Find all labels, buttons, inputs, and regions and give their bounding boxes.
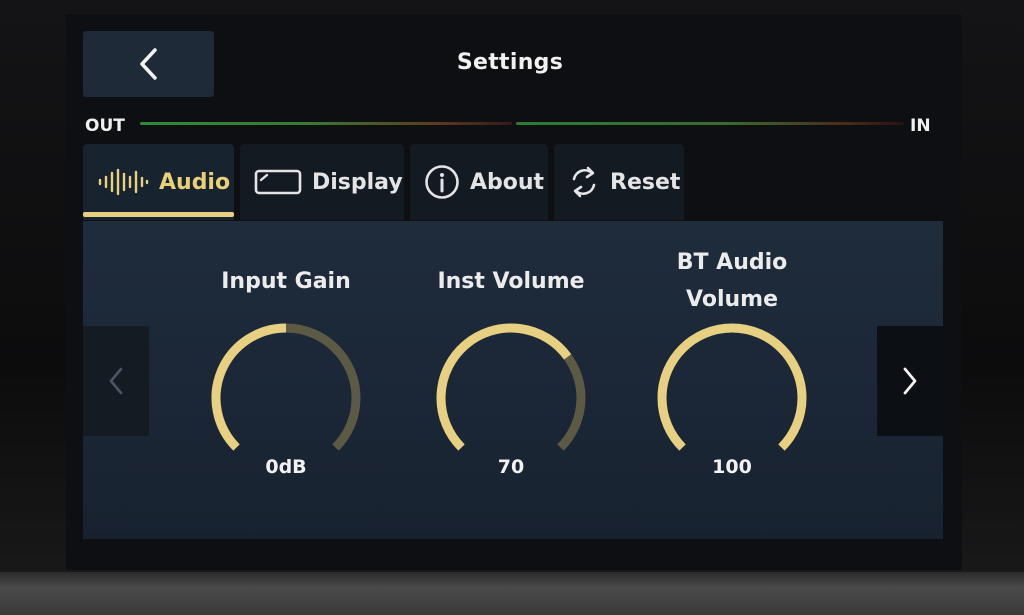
display-icon	[254, 169, 302, 195]
meter-out-label: OUT	[85, 116, 125, 136]
chevron-left-icon	[109, 367, 123, 395]
knob-level-arc	[657, 323, 807, 451]
bt-audio-volume-title: BT Audio Volume	[647, 244, 817, 318]
bt-audio-volume-knob[interactable]	[652, 318, 812, 478]
tab-display-label: Display	[312, 169, 403, 195]
inst-volume-value: 70	[497, 456, 525, 478]
tab-audio[interactable]: Audio	[83, 144, 234, 220]
meter-in-label: IN	[910, 116, 931, 136]
knob-level-arc	[211, 323, 287, 451]
tab-audio-label: Audio	[159, 169, 231, 195]
previous-page-button[interactable]	[83, 326, 149, 436]
info-icon	[425, 165, 459, 199]
active-tab-indicator	[83, 212, 234, 217]
tab-reset-label: Reset	[610, 169, 681, 195]
input-gain-value: 0dB	[265, 456, 307, 478]
chevron-left-icon	[139, 48, 157, 80]
next-page-button[interactable]	[877, 326, 943, 436]
page-title: Settings	[456, 50, 564, 75]
knob-level-arc	[436, 323, 572, 451]
input-gain-knob[interactable]	[206, 318, 366, 478]
inst-volume-knob[interactable]	[431, 318, 591, 478]
input-gain-title: Input Gain	[221, 269, 351, 294]
bt-audio-volume-value: 100	[712, 456, 752, 478]
input-level-meter	[516, 122, 904, 125]
tab-display[interactable]: Display	[240, 144, 404, 220]
waveform-icon	[98, 168, 149, 196]
device-bezel-bottom	[0, 572, 1024, 615]
bt-audio-volume-title-line1: BT Audio	[676, 250, 788, 275]
tab-reset[interactable]: Reset	[554, 144, 684, 220]
output-level-meter	[140, 122, 512, 125]
tab-about-label: About	[470, 169, 545, 195]
tab-about[interactable]: About	[410, 144, 548, 220]
reset-icon	[572, 166, 596, 198]
chevron-right-icon	[903, 367, 917, 395]
bt-audio-volume-title-line2: Volume	[686, 287, 778, 312]
back-button[interactable]	[83, 31, 214, 97]
inst-volume-title: Inst Volume	[437, 269, 585, 294]
